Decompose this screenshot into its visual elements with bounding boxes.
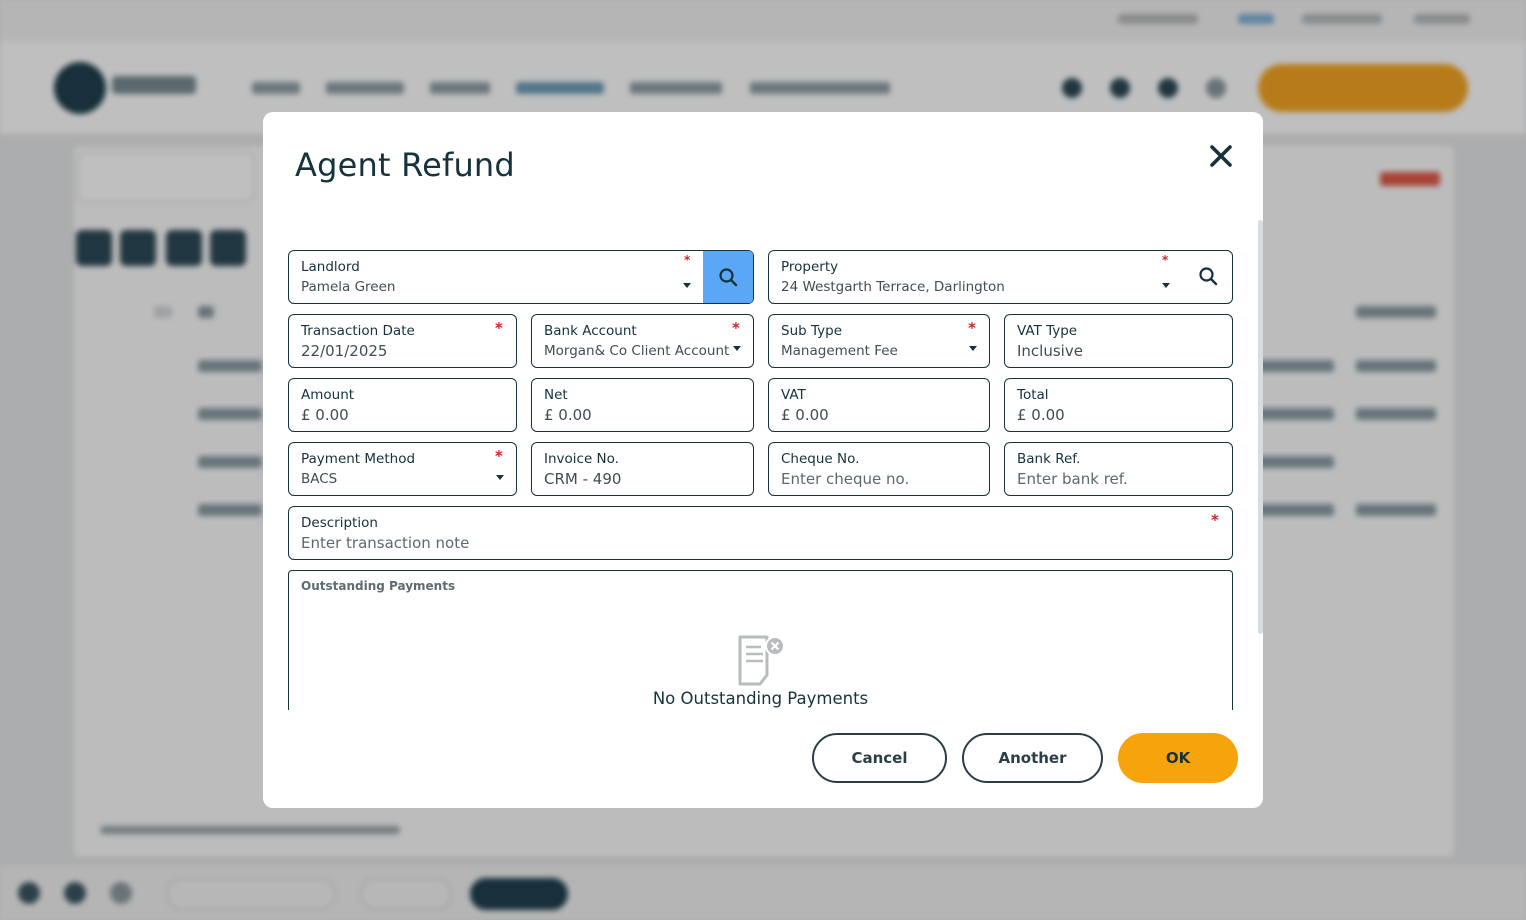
- document-remove-icon: [737, 635, 787, 691]
- landlord-field[interactable]: Landlord Pamela Green *: [288, 250, 754, 304]
- payment-method-value[interactable]: BACS: [301, 471, 337, 487]
- property-label: Property: [781, 259, 839, 275]
- transaction-date-field[interactable]: Transaction Date 22/01/2025 *: [288, 314, 517, 368]
- modal-scrollbar[interactable]: [1258, 220, 1263, 634]
- sub-type-value[interactable]: Management Fee: [781, 343, 898, 359]
- required-marker: *: [684, 253, 691, 267]
- landlord-search-button[interactable]: [703, 251, 753, 303]
- description-input[interactable]: Enter transaction note: [301, 534, 469, 552]
- sub-type-label: Sub Type: [781, 323, 842, 339]
- chevron-down-icon[interactable]: [1162, 283, 1170, 288]
- search-icon: [1199, 267, 1218, 286]
- transaction-date-label: Transaction Date: [301, 323, 415, 339]
- bank-account-value[interactable]: Morgan& Co Client Account: [544, 343, 729, 359]
- required-marker: *: [495, 319, 503, 337]
- amount-value[interactable]: £ 0.00: [301, 406, 349, 424]
- landlord-label: Landlord: [301, 259, 360, 275]
- invoice-no-field[interactable]: Invoice No. CRM - 490: [531, 442, 754, 496]
- close-icon[interactable]: [1205, 140, 1237, 172]
- cheque-no-field[interactable]: Cheque No. Enter cheque no.: [768, 442, 990, 496]
- bank-ref-label: Bank Ref.: [1017, 451, 1081, 467]
- chevron-down-icon[interactable]: [733, 346, 741, 351]
- invoice-no-label: Invoice No.: [544, 451, 619, 467]
- property-search-button[interactable]: [1198, 266, 1220, 288]
- another-button[interactable]: Another: [962, 733, 1103, 783]
- empty-state-text: No Outstanding Payments: [652, 689, 869, 708]
- payment-method-field[interactable]: Payment Method BACS *: [288, 442, 517, 496]
- bank-account-field[interactable]: Bank Account Morgan& Co Client Account *: [531, 314, 754, 368]
- property-field[interactable]: Property 24 Westgarth Terrace, Darlingto…: [768, 250, 1233, 304]
- chevron-down-icon[interactable]: [683, 283, 691, 288]
- modal-title: Agent Refund: [295, 146, 515, 184]
- description-label: Description: [301, 515, 378, 531]
- sub-type-field[interactable]: Sub Type Management Fee *: [768, 314, 990, 368]
- bank-ref-field[interactable]: Bank Ref. Enter bank ref.: [1004, 442, 1233, 496]
- bank-ref-input[interactable]: Enter bank ref.: [1017, 470, 1128, 488]
- outstanding-payments-panel: Outstanding Payments No Outstanding Paym…: [288, 570, 1233, 710]
- amount-label: Amount: [301, 387, 355, 403]
- vat-label: VAT: [781, 387, 806, 403]
- bank-account-label: Bank Account: [544, 323, 637, 339]
- total-value[interactable]: £ 0.00: [1017, 406, 1065, 424]
- total-field[interactable]: Total £ 0.00: [1004, 378, 1233, 432]
- chevron-down-icon[interactable]: [969, 346, 977, 351]
- required-marker: *: [1211, 511, 1219, 529]
- chevron-down-icon[interactable]: [496, 475, 504, 480]
- required-marker: *: [732, 319, 740, 337]
- ok-button[interactable]: OK: [1118, 733, 1238, 783]
- net-value[interactable]: £ 0.00: [544, 406, 592, 424]
- amount-field[interactable]: Amount £ 0.00: [288, 378, 517, 432]
- property-value[interactable]: 24 Westgarth Terrace, Darlington: [781, 279, 1005, 295]
- payment-method-label: Payment Method: [301, 451, 416, 467]
- total-label: Total: [1017, 387, 1049, 403]
- vat-type-field[interactable]: VAT Type Inclusive: [1004, 314, 1233, 368]
- outstanding-payments-label: Outstanding Payments: [301, 579, 456, 593]
- vat-field[interactable]: VAT £ 0.00: [768, 378, 990, 432]
- cheque-no-input[interactable]: Enter cheque no.: [781, 470, 909, 488]
- cheque-no-label: Cheque No.: [781, 451, 860, 467]
- invoice-no-value[interactable]: CRM - 490: [544, 470, 621, 488]
- search-icon: [719, 268, 738, 287]
- description-field[interactable]: Description Enter transaction note *: [288, 506, 1233, 560]
- vat-type-label: VAT Type: [1017, 323, 1078, 339]
- net-label: Net: [544, 387, 568, 403]
- net-field[interactable]: Net £ 0.00: [531, 378, 754, 432]
- vat-type-value[interactable]: Inclusive: [1017, 342, 1083, 360]
- landlord-value[interactable]: Pamela Green: [301, 279, 395, 295]
- cancel-button[interactable]: Cancel: [812, 733, 947, 783]
- agent-refund-dialog: Agent Refund Landlord Pamela Green * Pro…: [263, 112, 1263, 808]
- required-marker: *: [1162, 253, 1169, 267]
- vat-value[interactable]: £ 0.00: [781, 406, 829, 424]
- transaction-date-value[interactable]: 22/01/2025: [301, 342, 387, 360]
- required-marker: *: [968, 319, 976, 337]
- required-marker: *: [495, 447, 503, 465]
